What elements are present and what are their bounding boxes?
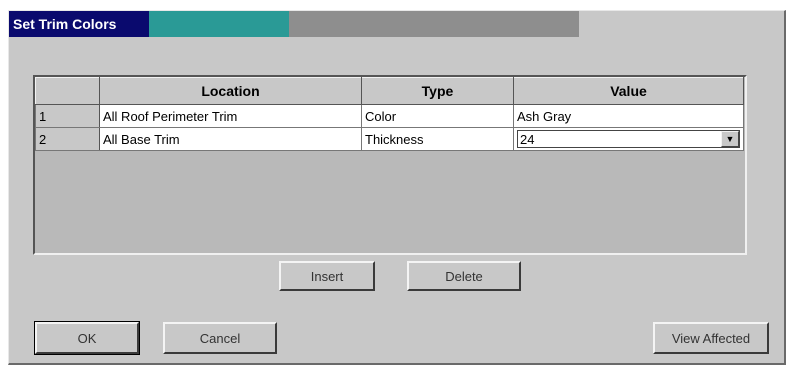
trim-grid[interactable]: Location Type Value 1 All Roof Perimeter…: [33, 75, 747, 255]
title-bar-accent: [149, 11, 289, 37]
chevron-down-icon[interactable]: ▼: [721, 131, 739, 147]
column-header-location[interactable]: Location: [99, 77, 362, 105]
location-cell[interactable]: All Roof Perimeter Trim: [99, 104, 362, 128]
value-cell[interactable]: Ash Gray: [513, 104, 744, 128]
title-bar-fill: [289, 11, 579, 37]
dialog-title: Set Trim Colors: [9, 11, 149, 37]
header-row: Location Type Value: [35, 77, 744, 105]
value-cell[interactable]: 24 ▼: [513, 127, 744, 151]
insert-button[interactable]: Insert: [279, 261, 375, 291]
column-header-type[interactable]: Type: [361, 77, 514, 105]
column-header-value[interactable]: Value: [513, 77, 744, 105]
view-affected-button[interactable]: View Affected: [653, 322, 769, 354]
table-row[interactable]: 2 All Base Trim Thickness 24 ▼: [35, 127, 744, 151]
row-number[interactable]: 2: [35, 127, 100, 151]
delete-button[interactable]: Delete: [407, 261, 521, 291]
type-cell[interactable]: Color: [361, 104, 514, 128]
row-number[interactable]: 1: [35, 104, 100, 128]
value-dropdown-text: 24: [520, 131, 535, 147]
ok-button[interactable]: OK: [34, 321, 140, 355]
trim-table: Location Type Value 1 All Roof Perimeter…: [35, 77, 744, 151]
corner-header: [35, 77, 100, 105]
value-dropdown[interactable]: 24 ▼: [517, 130, 740, 148]
location-cell[interactable]: All Base Trim: [99, 127, 362, 151]
cancel-button[interactable]: Cancel: [163, 322, 277, 354]
title-bar: Set Trim Colors: [9, 11, 579, 37]
table-row[interactable]: 1 All Roof Perimeter Trim Color Ash Gray: [35, 104, 744, 128]
type-cell[interactable]: Thickness: [361, 127, 514, 151]
set-trim-colors-dialog: Set Trim Colors Location Type Value 1 Al…: [8, 10, 786, 365]
